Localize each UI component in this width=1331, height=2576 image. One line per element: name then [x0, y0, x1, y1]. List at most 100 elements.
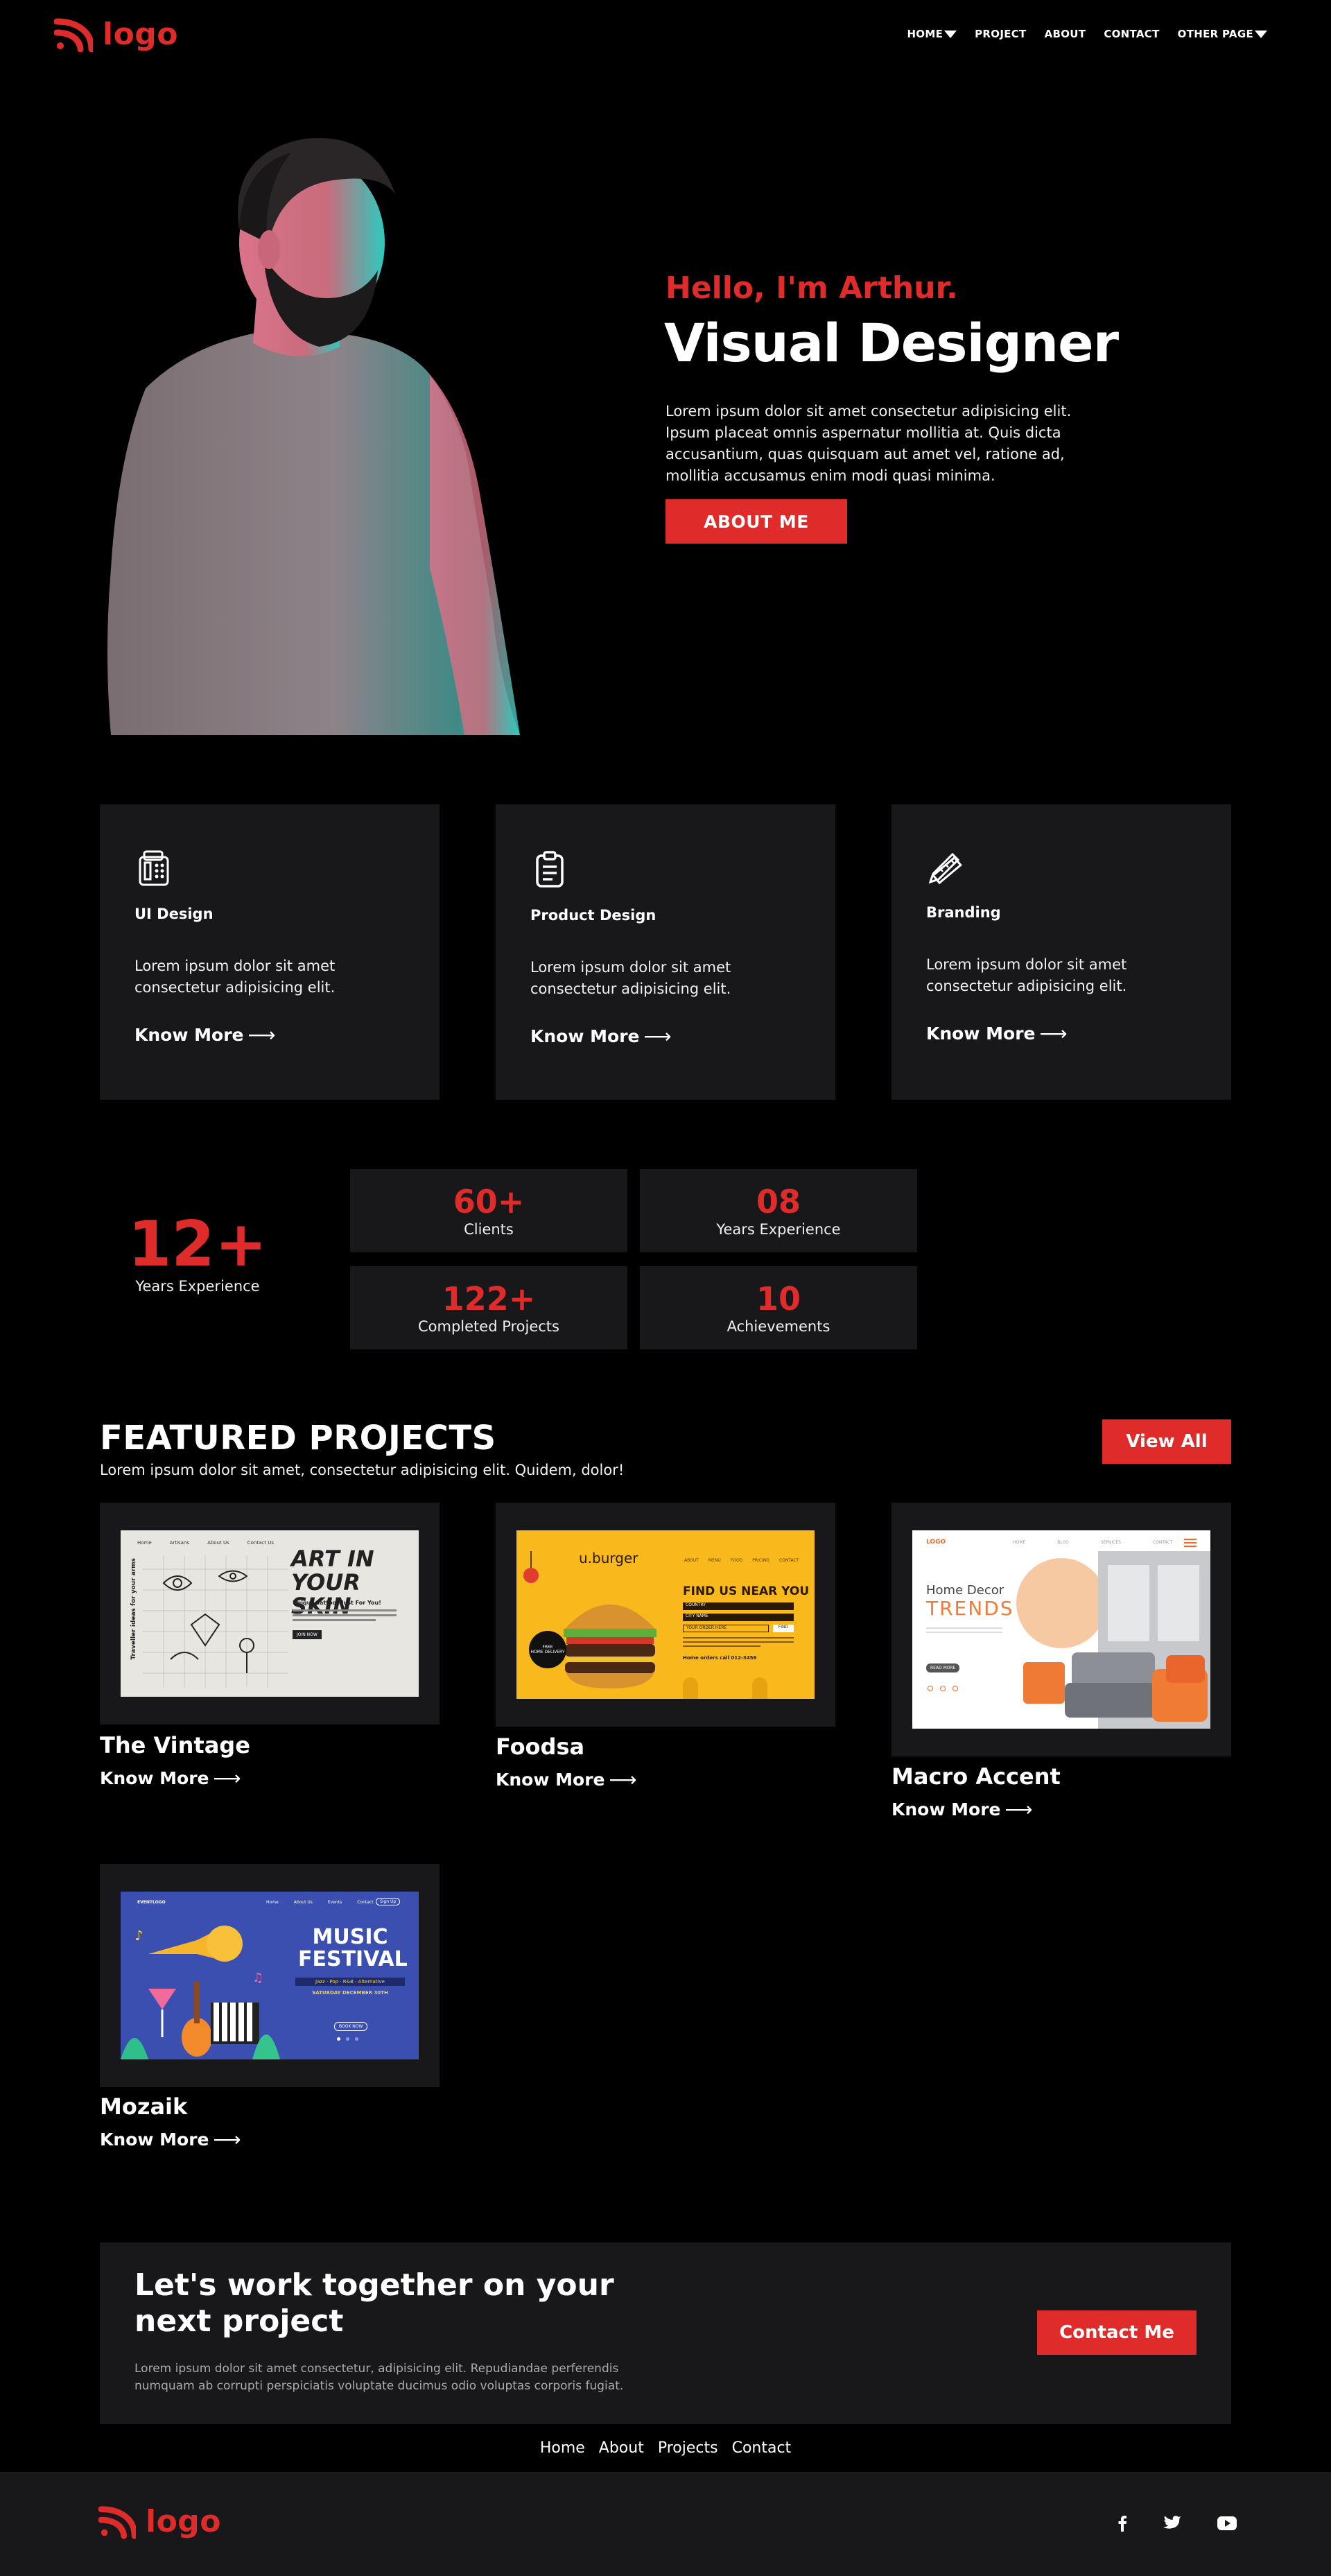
stat-completed-projects: 122+ Completed Projects [350, 1266, 627, 1349]
cta-banner: Let's work together on your next project… [100, 2242, 1231, 2424]
clipboard-icon [536, 851, 564, 888]
arrow-right-icon: ⟶ [1004, 1798, 1033, 1821]
tomato-decoration [523, 1568, 539, 1583]
know-more-link[interactable]: Know More ⟶ [530, 1025, 801, 1048]
service-card-ui-design: UI Design Lorem ipsum dolor sit amet con… [100, 804, 440, 1100]
headline-stat: 12+ Years Experience [125, 1208, 270, 1295]
project-name: Foodsa [496, 1734, 585, 1760]
arrow-right-icon: ⟶ [247, 1023, 276, 1046]
preview-nav: ABOUT MENU FOOD PRICING CONTACT [684, 1558, 799, 1563]
project-card-macro-accent[interactable]: LOGO HOME BLOG SERVICES CONTACT Home Dec… [891, 1503, 1231, 1756]
know-more-link[interactable]: Know More ⟶ [926, 1022, 1197, 1045]
arrow-right-icon: ⟶ [609, 1768, 637, 1791]
service-description: Lorem ipsum dolor sit amet consectetur a… [530, 959, 731, 997]
project-name: Mozaik [100, 2093, 188, 2120]
service-title: UI Design [134, 906, 214, 922]
footer-links: Home About Projects Contact [0, 2439, 1331, 2457]
headline-stat-label: Years Experience [135, 1278, 260, 1295]
know-more-link[interactable]: Know More ⟶ [100, 1767, 241, 1790]
service-card-branding: Branding Lorem ipsum dolor sit amet cons… [891, 804, 1231, 1100]
headline-stat-value: 12+ [128, 1208, 268, 1281]
hero-description: Lorem ipsum dolor sit amet consectetur a… [666, 403, 1072, 484]
arrow-right-icon: ⟶ [213, 1767, 241, 1790]
sofa-image [1023, 1652, 1208, 1722]
logo-icon [54, 18, 93, 52]
footer-link-home[interactable]: Home [540, 2439, 585, 2457]
music-illustration: ♪ ♫ [121, 1926, 280, 2059]
main-nav: HOME PROJECT ABOUT CONTACT OTHER PAGE [907, 28, 1267, 40]
nav-other-page[interactable]: OTHER PAGE [1178, 28, 1267, 40]
nav-home[interactable]: HOME [907, 28, 957, 40]
arrow-right-icon: ⟶ [643, 1025, 672, 1048]
hero-greeting: Hello, I'm Arthur. [666, 270, 958, 306]
projects-title: FEATURED PROJECTS [100, 1419, 496, 1458]
stat-value: 60+ [453, 1183, 525, 1220]
svg-text:♪: ♪ [134, 1927, 143, 1944]
footer: logo [0, 2472, 1331, 2576]
header-logo[interactable]: logo [54, 17, 178, 52]
stat-value: 10 [756, 1280, 801, 1317]
service-title: Branding [926, 904, 1001, 921]
project-card-foodsa[interactable]: u.burger ABOUT MENU FOOD PRICING CONTACT… [496, 1503, 835, 1727]
twitter-icon[interactable] [1163, 2516, 1181, 2534]
nav-about[interactable]: ABOUT [1045, 28, 1086, 40]
projects-subtitle: Lorem ipsum dolor sit amet, consectetur … [100, 1462, 625, 1478]
footer-link-contact[interactable]: Contact [732, 2439, 792, 2457]
stat-label: Completed Projects [417, 1318, 559, 1335]
know-more-link[interactable]: Know More ⟶ [496, 1768, 637, 1791]
nav-contact[interactable]: CONTACT [1104, 28, 1159, 40]
project-card-mozaik[interactable]: EVENTLOGO Home About Us Events Contact S… [100, 1864, 440, 2087]
youtube-icon[interactable] [1217, 2516, 1237, 2533]
cta-description: Lorem ipsum dolor sit amet consectetur, … [134, 2362, 624, 2393]
stat-label: Clients [464, 1221, 514, 1238]
preview-heading: MUSIC FESTIVAL [298, 1925, 408, 1971]
nav-project[interactable]: PROJECT [975, 28, 1026, 40]
preview-nav: Home Artisans About Us Contact Us [137, 1540, 274, 1546]
know-more-link[interactable]: Know More ⟶ [891, 1798, 1033, 1821]
social-links [1117, 2515, 1237, 2534]
logo-text: logo [103, 17, 179, 52]
preview-nav: Home About Us Events Contact [266, 1900, 374, 1905]
stat-years-experience: 08 Years Experience [640, 1169, 917, 1252]
project-card-the-vintage[interactable]: Home Artisans About Us Contact Us Travel… [100, 1503, 440, 1724]
facebook-icon[interactable] [1117, 2515, 1127, 2534]
know-more-link[interactable]: Know More ⟶ [134, 1023, 405, 1046]
hero-portrait [107, 138, 520, 735]
contact-me-button[interactable]: Contact Me [1037, 2310, 1197, 2355]
arrow-right-icon: ⟶ [1039, 1022, 1068, 1045]
view-all-button[interactable]: View All [1102, 1419, 1231, 1464]
project-name: The Vintage [100, 1732, 250, 1758]
cta-title: Let's work together on your next project [134, 2267, 614, 2339]
footer-logo[interactable]: logo [98, 2504, 221, 2539]
know-more-link[interactable]: Know More ⟶ [100, 2128, 241, 2151]
tattoo-sketches [143, 1555, 288, 1687]
hero-role: Visual Designer [664, 312, 1119, 374]
calculator-icon [139, 850, 169, 886]
burger-image [564, 1605, 656, 1688]
footer-link-about[interactable]: About [599, 2439, 644, 2457]
arrow-right-icon: ⟶ [213, 2128, 241, 2151]
logo-icon [98, 2505, 136, 2539]
project-preview: LOGO HOME BLOG SERVICES CONTACT Home Dec… [912, 1530, 1210, 1729]
stat-label: Achievements [727, 1318, 830, 1335]
preview-heading: ART IN YOUR SKIN [291, 1546, 374, 1619]
project-name: Macro Accent [891, 1763, 1061, 1790]
project-preview: u.burger ABOUT MENU FOOD PRICING CONTACT… [516, 1530, 815, 1699]
svg-text:♫: ♫ [252, 1971, 263, 1985]
preview-text-lines [293, 1609, 397, 1621]
project-preview: EVENTLOGO Home About Us Events Contact S… [121, 1892, 419, 2059]
chevron-down-icon [944, 30, 957, 38]
pencil-ruler-icon [928, 852, 962, 885]
delivery-badge: FREE HOME DELIVERY [529, 1631, 566, 1668]
stat-clients: 60+ Clients [350, 1169, 627, 1252]
about-me-button[interactable]: ABOUT ME [666, 499, 847, 544]
menu-icon [1184, 1539, 1197, 1547]
service-description: Lorem ipsum dolor sit amet consectetur a… [134, 958, 336, 996]
logo-text: logo [146, 2504, 222, 2539]
preview-nav: HOME BLOG SERVICES CONTACT [1013, 1540, 1173, 1545]
service-description: Lorem ipsum dolor sit amet consectetur a… [926, 956, 1127, 994]
footer-link-projects[interactable]: Projects [658, 2439, 718, 2457]
service-title: Product Design [530, 907, 656, 924]
stat-label: Years Experience [716, 1221, 841, 1238]
stat-achievements: 10 Achievements [640, 1266, 917, 1349]
